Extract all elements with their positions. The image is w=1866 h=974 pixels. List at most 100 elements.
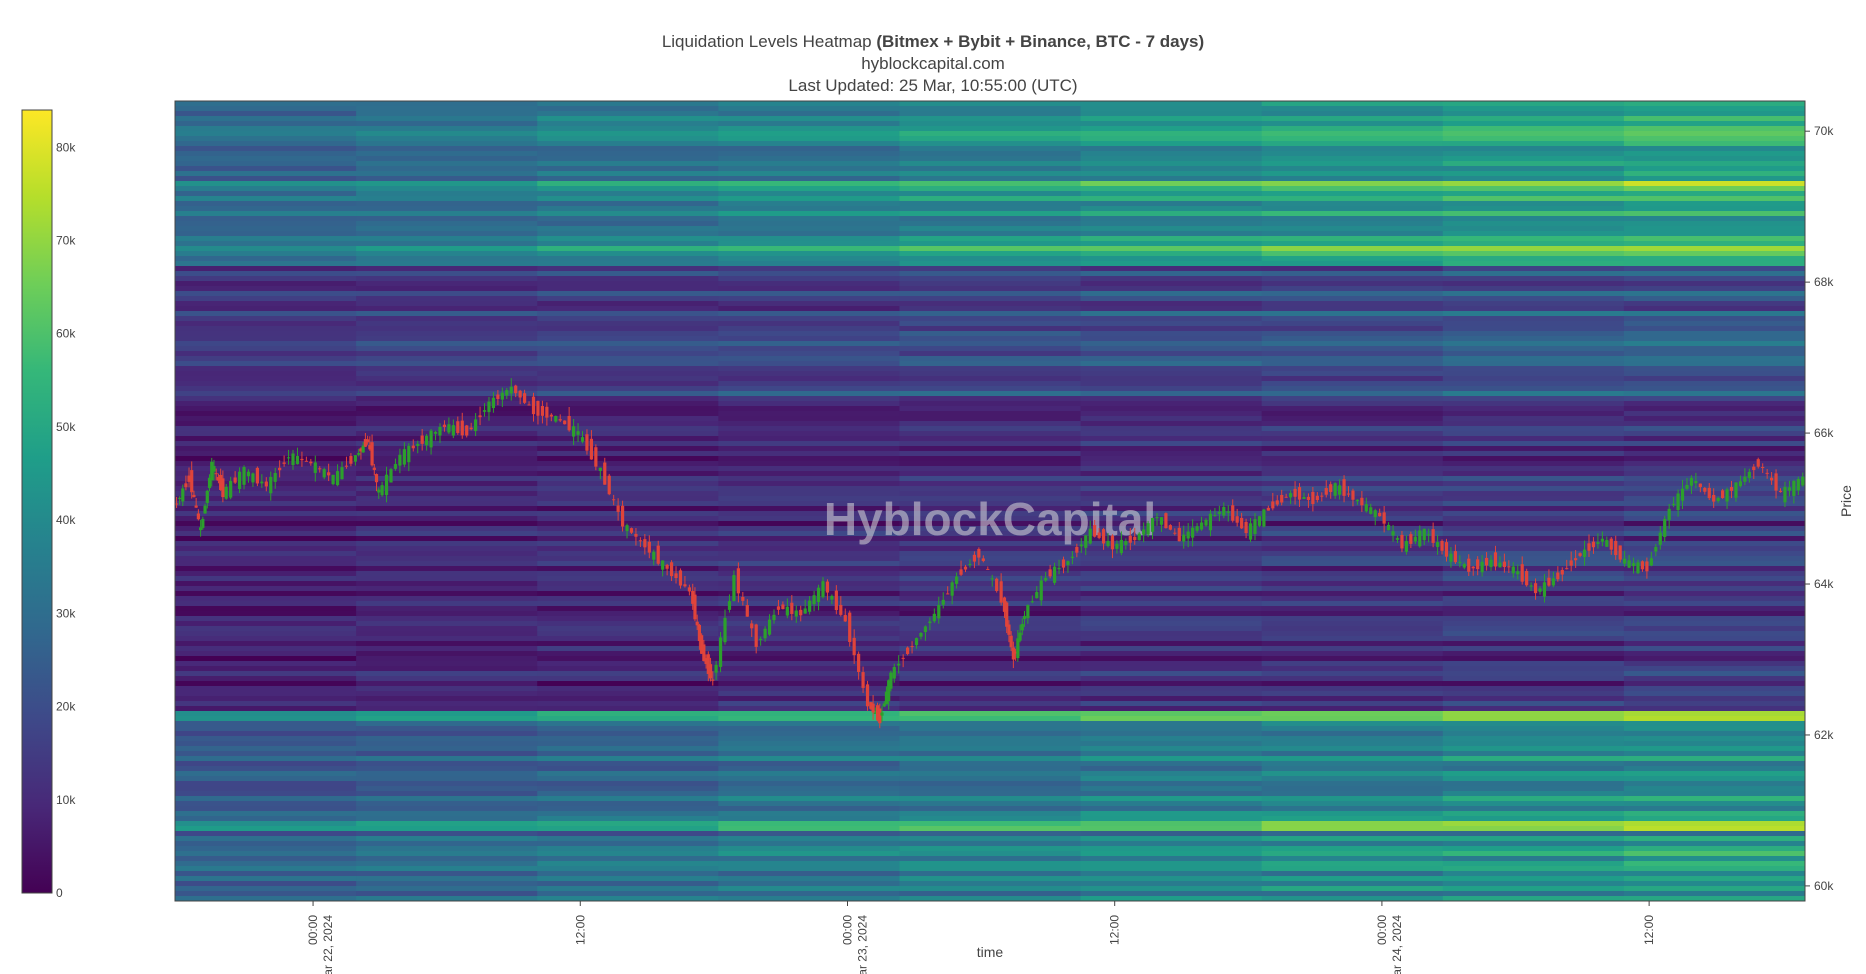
heatmap-cell xyxy=(1261,736,1444,742)
heatmap-cell xyxy=(1080,881,1263,887)
heatmap-cell xyxy=(1080,606,1263,612)
candle-body xyxy=(656,545,660,564)
heatmap-cell xyxy=(356,791,539,797)
heatmap-cell xyxy=(1442,126,1625,132)
heatmap-cell xyxy=(356,251,539,257)
heatmap-cell xyxy=(718,246,901,252)
candle-body xyxy=(1182,534,1186,542)
heatmap-cell xyxy=(175,571,358,577)
heatmap-chart[interactable]: 010k20k30k40k50k60k70k80k HyblockCapital… xyxy=(0,0,1866,974)
candle-body xyxy=(398,454,402,466)
heatmap-cell xyxy=(1442,646,1625,652)
heatmap-cell xyxy=(1080,566,1263,572)
heatmap-cell xyxy=(537,236,720,242)
heatmap-cell xyxy=(356,276,539,282)
heatmap-cell xyxy=(1442,336,1625,342)
heatmap-cell xyxy=(175,661,358,667)
heatmap-cell xyxy=(899,121,1082,127)
heatmap-cell xyxy=(1080,126,1263,132)
heatmap-cell xyxy=(175,881,358,887)
heatmap-cell xyxy=(899,206,1082,212)
candle-body xyxy=(1685,485,1689,489)
heatmap-cell xyxy=(1261,641,1444,647)
heatmap-cell xyxy=(537,746,720,752)
candle-body xyxy=(585,434,589,451)
heatmap-cell xyxy=(1442,401,1625,407)
candle-body xyxy=(1672,503,1676,506)
candle-body xyxy=(1115,543,1119,549)
heatmap-cell xyxy=(1623,191,1805,197)
candle-body xyxy=(1743,476,1747,482)
heatmap-cell xyxy=(1623,291,1805,297)
heatmap-cell xyxy=(1261,526,1444,532)
candle-body xyxy=(1427,534,1431,536)
heatmap-cell xyxy=(718,106,901,112)
heatmap-cell xyxy=(1442,891,1625,897)
heatmap-cell xyxy=(356,356,539,362)
heatmap-cell xyxy=(1623,706,1805,712)
heatmap-cell xyxy=(899,426,1082,432)
heatmap-cell xyxy=(175,706,358,712)
heatmap-cell xyxy=(175,806,358,812)
heatmap-cell xyxy=(537,371,720,377)
heatmap-cell xyxy=(175,186,358,192)
heatmap-cell xyxy=(1442,236,1625,242)
heatmap-cell xyxy=(1623,466,1805,472)
heatmap-cell xyxy=(899,481,1082,487)
candle-body xyxy=(1623,558,1627,564)
heatmap-cell xyxy=(537,146,720,152)
candle-body xyxy=(433,431,438,434)
heatmap-cell xyxy=(899,351,1082,357)
heatmap-cell xyxy=(1080,846,1263,852)
candle-body xyxy=(1511,566,1515,574)
candle-body xyxy=(1520,564,1524,582)
heatmap-cell xyxy=(1080,171,1263,177)
candle-body xyxy=(366,439,370,443)
heatmap-cell xyxy=(1442,271,1625,277)
heatmap-cell xyxy=(175,161,358,167)
heatmap-cell xyxy=(1080,291,1263,297)
candle-body xyxy=(1333,483,1337,496)
heatmap-cell xyxy=(1080,381,1263,387)
candle-body xyxy=(389,469,393,483)
heatmap-cell xyxy=(1442,831,1625,837)
heatmap-cell xyxy=(899,796,1082,802)
heatmap-cell xyxy=(1623,501,1805,507)
heatmap-cell xyxy=(1080,246,1263,252)
heatmap-cell xyxy=(899,871,1082,877)
heatmap-cell xyxy=(1623,406,1805,412)
candle-body xyxy=(1110,535,1115,550)
heatmap-cell xyxy=(1623,646,1805,652)
candle-body xyxy=(380,485,384,496)
heatmap-cell xyxy=(1261,511,1444,517)
heatmap-cell xyxy=(1623,111,1805,117)
heatmap-cell xyxy=(1261,591,1444,597)
heatmap-cell xyxy=(537,106,720,112)
heatmap-cell xyxy=(1623,236,1805,242)
heatmap-cell xyxy=(356,301,539,307)
candle-body xyxy=(1186,531,1190,539)
candle-body xyxy=(1431,529,1435,543)
heatmap-cell xyxy=(175,391,358,397)
heatmap-cell xyxy=(1623,211,1805,217)
heatmap-cell xyxy=(537,636,720,642)
heatmap-cell xyxy=(1261,751,1444,757)
heatmap-cell xyxy=(1442,261,1625,267)
heatmap-cell xyxy=(1442,886,1625,892)
heatmap-cell xyxy=(356,311,539,317)
heatmap-cell xyxy=(537,231,720,237)
heatmap-cell xyxy=(537,321,720,327)
heatmap-cell xyxy=(175,116,358,122)
heatmap-cell xyxy=(1261,146,1444,152)
heatmap-cell xyxy=(175,236,358,242)
heatmap-cell xyxy=(1080,351,1263,357)
candle-body xyxy=(1159,517,1164,525)
heatmap-cell xyxy=(718,166,901,172)
heatmap-cell xyxy=(1080,701,1263,707)
heatmap-cell xyxy=(1080,681,1263,687)
heatmap-cell xyxy=(537,866,720,872)
candle-body xyxy=(708,664,713,679)
heatmap-cell xyxy=(1080,446,1263,452)
candle-body xyxy=(950,582,954,596)
heatmap-cell xyxy=(356,866,539,872)
